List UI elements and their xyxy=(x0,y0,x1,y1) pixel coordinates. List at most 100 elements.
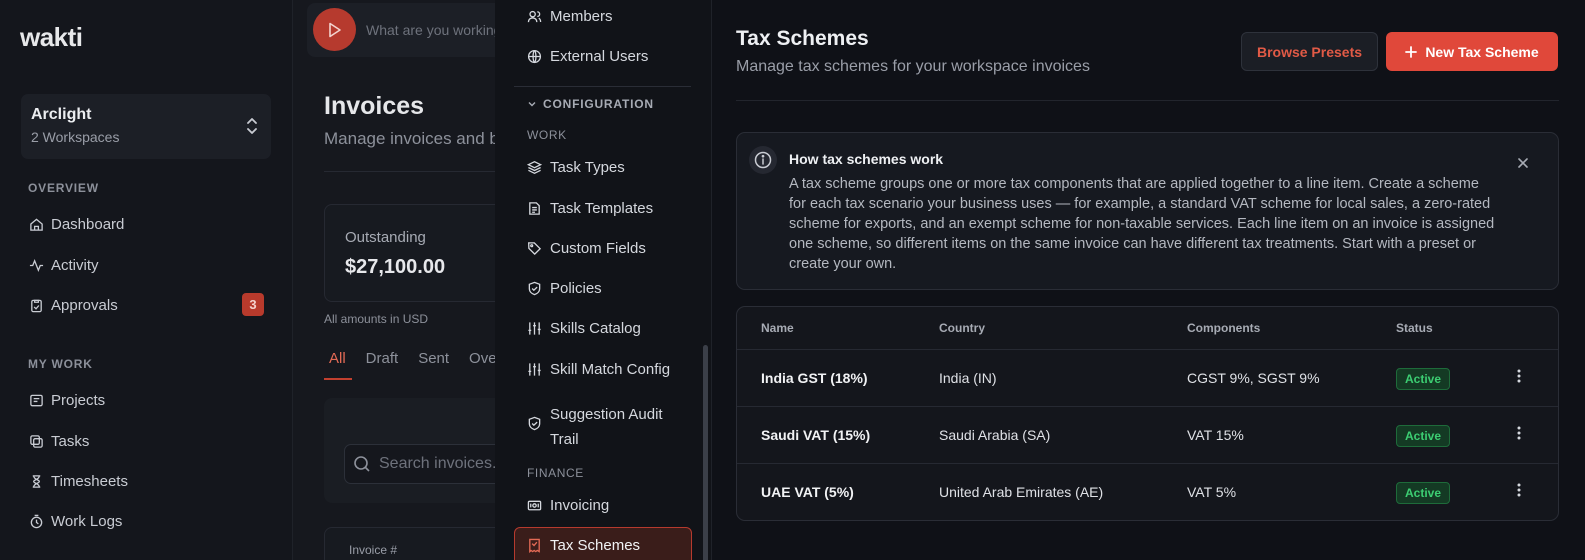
nav-label: Dashboard xyxy=(51,215,125,233)
settings-item-label-line2: Trail xyxy=(550,431,579,448)
settings-item-label: Members xyxy=(550,8,613,25)
outstanding-card: Outstanding $27,100.00 xyxy=(324,204,495,302)
tab-overdue[interactable]: Overdue xyxy=(469,350,495,367)
nav-timesheets[interactable]: Timesheets xyxy=(29,470,128,492)
tab-sent[interactable]: Sent xyxy=(418,350,449,367)
new-tax-scheme-label: New Tax Scheme xyxy=(1425,43,1539,60)
nav-label: Tasks xyxy=(51,432,90,450)
more-vertical-icon[interactable] xyxy=(1517,368,1521,384)
divider xyxy=(514,86,691,87)
tab-all[interactable]: All xyxy=(329,350,346,367)
start-timer-button[interactable] xyxy=(313,8,356,51)
settings-item-suggestion-audit-trail[interactable]: Suggestion Audit Trail xyxy=(527,402,663,452)
status-badge: Active xyxy=(1396,368,1451,390)
play-icon xyxy=(328,22,342,38)
tax-schemes-table: Name Country Components Status India GST… xyxy=(736,306,1559,521)
table-row[interactable]: UAE VAT (5%) United Arab Emirates (AE) V… xyxy=(737,463,1558,520)
globe-icon xyxy=(527,49,542,64)
tag-icon xyxy=(527,241,542,256)
app-logo[interactable]: wakti xyxy=(20,22,83,53)
page-subtitle: Manage invoices and billing xyxy=(324,129,495,148)
nav-approvals[interactable]: Approvals xyxy=(29,294,118,316)
sliders-icon xyxy=(527,362,542,377)
settings-item-tax-schemes-content[interactable]: Tax Schemes xyxy=(527,537,640,554)
nav-tasks[interactable]: Tasks xyxy=(29,430,89,452)
settings-item-invoicing[interactable]: Invoicing xyxy=(527,497,609,514)
receipt-icon xyxy=(527,538,542,553)
tasks-icon xyxy=(29,434,44,449)
settings-item-custom-fields[interactable]: Custom Fields xyxy=(527,240,646,257)
settings-item-label: Policies xyxy=(550,280,602,297)
settings-item-task-templates[interactable]: Task Templates xyxy=(527,200,653,217)
new-tax-scheme-button[interactable]: New Tax Scheme xyxy=(1386,32,1558,71)
invoice-table: Invoice # xyxy=(324,527,495,560)
settings-item-task-types[interactable]: Task Types xyxy=(527,159,625,176)
scrollbar[interactable] xyxy=(703,345,708,560)
invoice-tabs: All Draft Sent Overdue xyxy=(329,350,495,367)
settings-item-members[interactable]: Members xyxy=(527,8,613,25)
layers-icon xyxy=(527,160,542,175)
scheme-country: Saudi Arabia (SA) xyxy=(939,427,1051,443)
scheme-components: VAT 15% xyxy=(1187,427,1244,443)
nav-work-logs[interactable]: Work Logs xyxy=(29,510,122,532)
settings-item-label: Task Types xyxy=(550,159,625,176)
settings-item-skill-match-config[interactable]: Skill Match Config xyxy=(527,361,670,378)
amount-note: All amounts in USD xyxy=(324,312,429,326)
timer-bar: What are you working on? xyxy=(307,3,495,57)
nav-activity[interactable]: Activity xyxy=(29,254,99,276)
activity-icon xyxy=(29,258,44,273)
section-work: WORK xyxy=(527,128,567,142)
settings-item-label: Suggestion Audit xyxy=(550,406,663,423)
nav-dashboard[interactable]: Dashboard xyxy=(29,213,124,235)
plus-icon xyxy=(1405,45,1418,58)
page-title: Tax Schemes xyxy=(736,27,869,50)
hourglass-icon xyxy=(29,474,44,489)
settings-item-policies[interactable]: Policies xyxy=(527,280,602,297)
page-title: Invoices xyxy=(324,92,425,120)
page-subtitle: Manage tax schemes for your workspace in… xyxy=(736,58,1090,75)
configuration-group-toggle[interactable]: CONFIGURATION xyxy=(527,97,654,111)
clipboard-check-icon xyxy=(29,298,44,313)
more-vertical-icon[interactable] xyxy=(1517,482,1521,498)
scheme-country: India (IN) xyxy=(939,370,997,386)
settings-item-label: Custom Fields xyxy=(550,240,646,257)
scheme-name: Saudi VAT (15%) xyxy=(761,427,871,443)
settings-item-label: Skill Match Config xyxy=(550,361,671,378)
scheme-name: India GST (18%) xyxy=(761,370,868,386)
outstanding-value: $27,100.00 xyxy=(345,256,446,278)
shield-check-icon xyxy=(527,281,542,296)
timer-input[interactable]: What are you working on? xyxy=(366,22,495,38)
settings-item-label: Skills Catalog xyxy=(550,320,641,337)
tax-schemes-panel: Tax Schemes Manage tax schemes for your … xyxy=(712,0,1585,560)
browse-presets-button[interactable]: Browse Presets xyxy=(1241,32,1378,71)
table-row[interactable]: Saudi VAT (15%) Saudi Arabia (SA) VAT 15… xyxy=(737,406,1558,463)
search-input[interactable]: Search invoices... xyxy=(344,444,495,484)
column-header-invoice: Invoice # xyxy=(349,543,398,557)
app-sidebar: wakti Arclight 2 Workspaces OVERVIEW Das… xyxy=(0,0,293,560)
more-vertical-icon[interactable] xyxy=(1517,425,1521,441)
workspace-name: Arclight xyxy=(31,106,92,123)
nav-label: Approvals xyxy=(51,296,118,314)
column-header-components: Components xyxy=(1187,321,1261,335)
settings-item-skills-catalog[interactable]: Skills Catalog xyxy=(527,320,641,337)
sliders-icon xyxy=(527,321,542,336)
tab-draft[interactable]: Draft xyxy=(366,350,399,367)
close-icon[interactable] xyxy=(1517,157,1529,169)
divider xyxy=(736,100,1559,101)
settings-item-external-users[interactable]: External Users xyxy=(527,48,648,65)
timer-icon xyxy=(29,514,44,529)
nav-projects[interactable]: Projects xyxy=(29,389,105,411)
file-template-icon xyxy=(527,201,542,216)
scheme-components: CGST 9%, SGST 9% xyxy=(1187,370,1320,386)
table-row[interactable]: India GST (18%) India (IN) CGST 9%, SGST… xyxy=(737,349,1558,406)
info-title: How tax schemes work xyxy=(789,151,944,167)
invoices-page: What are you working on? Invoices Manage… xyxy=(293,0,495,560)
chevron-down-icon xyxy=(527,99,537,109)
workspace-switcher[interactable]: Arclight 2 Workspaces xyxy=(21,94,271,159)
group-label: CONFIGURATION xyxy=(543,97,654,111)
workspace-count: 2 Workspaces xyxy=(31,129,120,145)
search-card: Search invoices... xyxy=(324,398,495,503)
status-badge: Active xyxy=(1396,425,1451,447)
chevrons-up-down-icon xyxy=(245,116,259,136)
column-header-country: Country xyxy=(939,321,985,335)
